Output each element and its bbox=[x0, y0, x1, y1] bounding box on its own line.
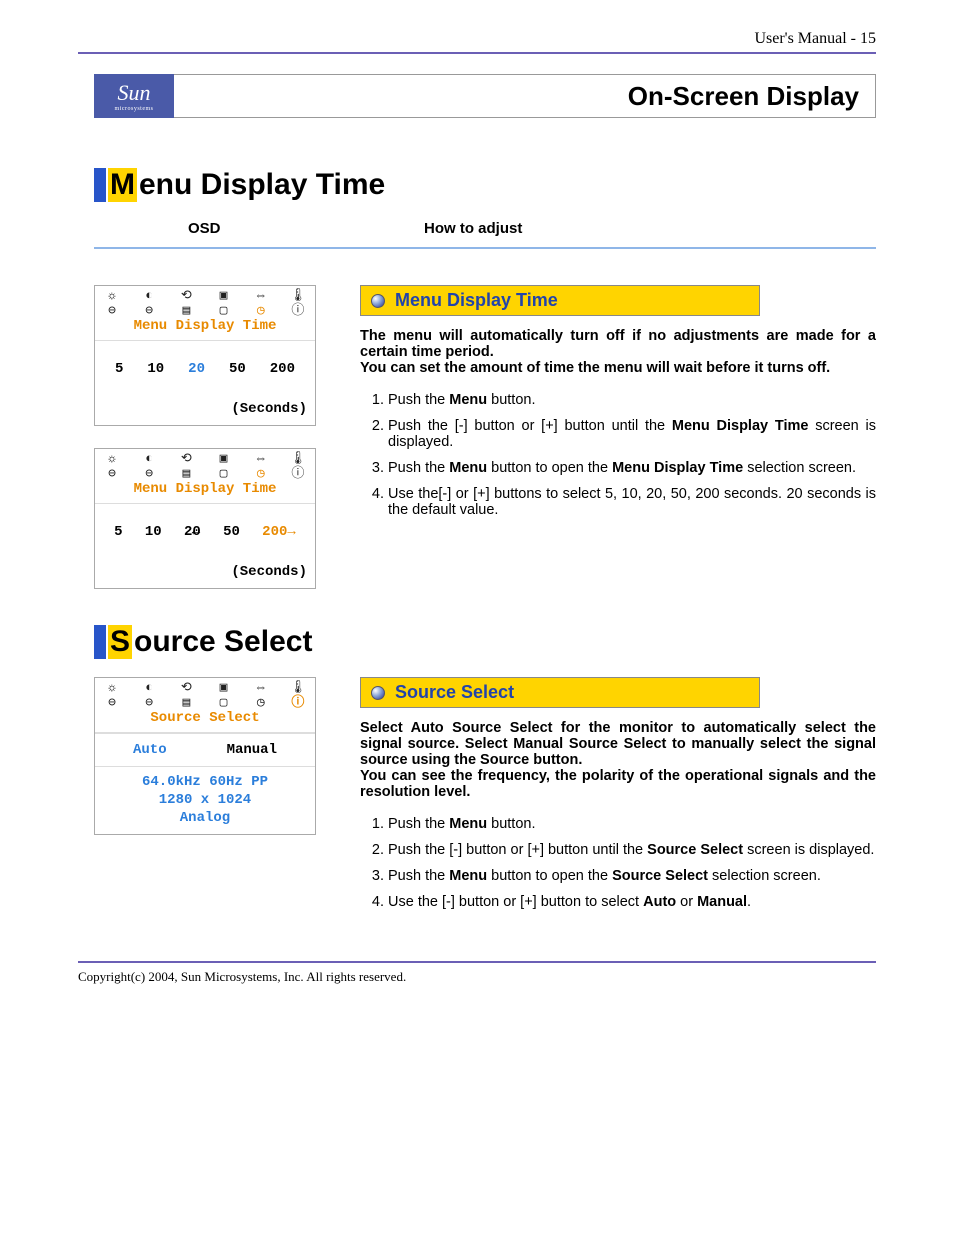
step-3: Push the Menu button to open the Source … bbox=[388, 868, 876, 884]
section2-steps: Push the Menu button. Push the [-] butto… bbox=[360, 816, 876, 910]
image-icon: ▣ bbox=[213, 289, 235, 302]
heading-tab-icon bbox=[94, 625, 106, 659]
title-band: Sun microsystems On-Screen Display bbox=[94, 74, 876, 118]
osd-source-opt-1: Manual bbox=[227, 742, 277, 758]
reset-icon: ⟲ bbox=[175, 681, 197, 694]
step-4: Use the[-] or [+] buttons to select 5, 1… bbox=[388, 486, 876, 518]
callout-source-select: Source Select bbox=[360, 677, 760, 708]
heading-initial: S bbox=[108, 625, 132, 659]
osd-panel-b: ☼ ◐ ⟲ ▣ ⇔ 🌡 ⊖ ⊖ ▤ ▢ ◷ ⓘ bbox=[94, 448, 316, 589]
osd-info-0: 64.0kHz 60Hz PP bbox=[99, 773, 311, 791]
osd-a-val-2: 20 bbox=[188, 361, 205, 377]
osd-panel-source: ☼ ◐ ⟲ ▣ ⇔ 🌡 ⊖ ⊖ ▤ ▢ ◷ ⓘ bbox=[94, 677, 316, 835]
callout-text: Source Select bbox=[395, 682, 514, 703]
time-icon: ◷ bbox=[250, 304, 272, 317]
language-icon: ▤ bbox=[175, 696, 197, 709]
step-4: Use the [-] button or [+] button to sele… bbox=[388, 894, 876, 910]
footer-rule bbox=[78, 961, 876, 963]
brand-sub: microsystems bbox=[115, 106, 154, 112]
menu-pos-icon: ▢ bbox=[213, 467, 235, 480]
osd-b-val-1: 10 bbox=[145, 524, 162, 540]
step-1: Push the Menu button. bbox=[388, 816, 876, 832]
position-icon: ⇔ bbox=[250, 452, 272, 465]
osd-b-left-arrow: ← bbox=[192, 524, 200, 540]
menu-pos-icon: ▢ bbox=[213, 304, 235, 317]
reset-icon: ⟲ bbox=[175, 452, 197, 465]
copyright: Copyright(c) 2004, Sun Microsystems, Inc… bbox=[78, 969, 876, 985]
reset-icon: ⟲ bbox=[175, 289, 197, 302]
page-title: On-Screen Display bbox=[174, 74, 876, 118]
time-icon: ◷ bbox=[250, 696, 272, 709]
section-heading-menu-display-time: Menu Display Time bbox=[94, 168, 876, 202]
brightness-icon: ☼ bbox=[101, 452, 123, 465]
osd-b-val-0: 5 bbox=[114, 524, 122, 540]
hpos-icon: ⊖ bbox=[101, 304, 123, 317]
page-header-right: User's Manual - 15 bbox=[754, 30, 876, 48]
info-icon: ⓘ bbox=[287, 467, 309, 480]
image-icon: ▣ bbox=[213, 681, 235, 694]
hpos-icon: ⊖ bbox=[101, 696, 123, 709]
osd-info-2: Analog bbox=[99, 809, 311, 827]
col-header-adjust: How to adjust bbox=[424, 220, 876, 237]
callout-menu-display-time: Menu Display Time bbox=[360, 285, 760, 316]
vpos-icon: ⊖ bbox=[138, 696, 160, 709]
step-2: Push the [-] button or [+] button until … bbox=[388, 842, 876, 858]
position-icon: ⇔ bbox=[250, 289, 272, 302]
osd-a-val-1: 10 bbox=[147, 361, 164, 377]
brightness-icon: ☼ bbox=[101, 289, 123, 302]
osd-b-val-3: 50 bbox=[223, 524, 240, 540]
section1-steps: Push the Menu button. Push the [-] butto… bbox=[360, 392, 876, 518]
info-icon: ⓘ bbox=[287, 696, 309, 709]
callout-bullet-icon bbox=[371, 294, 385, 308]
language-icon: ▤ bbox=[175, 304, 197, 317]
step-1: Push the Menu button. bbox=[388, 392, 876, 408]
time-icon: ◷ bbox=[250, 467, 272, 480]
position-icon: ⇔ bbox=[250, 681, 272, 694]
section-heading-source-select: Source Select bbox=[94, 625, 876, 659]
temp-icon: 🌡 bbox=[287, 681, 309, 694]
header-rule bbox=[78, 52, 876, 54]
section1-description: The menu will automatically turn off if … bbox=[360, 328, 876, 376]
heading-rest: enu Display Time bbox=[139, 168, 385, 202]
info-icon: ⓘ bbox=[287, 304, 309, 317]
osd-label-a: Menu Display Time bbox=[101, 318, 309, 338]
brand-logo: Sun microsystems bbox=[94, 74, 174, 118]
brightness-icon: ☼ bbox=[101, 681, 123, 694]
osd-a-unit: (Seconds) bbox=[103, 401, 307, 417]
heading-tab-icon bbox=[94, 168, 106, 202]
step-3: Push the Menu button to open the Menu Di… bbox=[388, 460, 876, 476]
osd-panel-a: ☼ ◐ ⟲ ▣ ⇔ 🌡 ⊖ ⊖ ▤ ▢ ◷ ⓘ bbox=[94, 285, 316, 426]
column-headers: OSD How to adjust bbox=[94, 220, 876, 237]
menu-pos-icon: ▢ bbox=[213, 696, 235, 709]
col-header-osd: OSD bbox=[94, 220, 424, 237]
callout-text: Menu Display Time bbox=[395, 290, 558, 311]
section2-description: Select Auto Source Select for the monito… bbox=[360, 720, 876, 800]
osd-a-val-0: 5 bbox=[115, 361, 123, 377]
osd-b-val-4: 200→ bbox=[262, 524, 296, 540]
osd-label-source: Source Select bbox=[101, 710, 309, 730]
contrast-icon: ◐ bbox=[138, 289, 160, 302]
callout-bullet-icon bbox=[371, 686, 385, 700]
contrast-icon: ◐ bbox=[138, 452, 160, 465]
brand-name: Sun bbox=[118, 80, 151, 106]
osd-b-unit: (Seconds) bbox=[103, 564, 307, 580]
vpos-icon: ⊖ bbox=[138, 304, 160, 317]
heading-initial: M bbox=[108, 168, 137, 202]
osd-a-val-3: 50 bbox=[229, 361, 246, 377]
vpos-icon: ⊖ bbox=[138, 467, 160, 480]
contrast-icon: ◐ bbox=[138, 681, 160, 694]
step-2: Push the [-] button or [+] button until … bbox=[388, 418, 876, 450]
image-icon: ▣ bbox=[213, 452, 235, 465]
temp-icon: 🌡 bbox=[287, 452, 309, 465]
heading-rest: ource Select bbox=[134, 625, 312, 659]
osd-info-1: 1280 x 1024 bbox=[99, 791, 311, 809]
hpos-icon: ⊖ bbox=[101, 467, 123, 480]
column-header-rule bbox=[94, 247, 876, 249]
osd-a-val-4: 200 bbox=[270, 361, 295, 377]
temp-icon: 🌡 bbox=[287, 289, 309, 302]
osd-source-opt-0: Auto bbox=[133, 742, 167, 758]
language-icon: ▤ bbox=[175, 467, 197, 480]
osd-label-b: Menu Display Time bbox=[101, 481, 309, 501]
